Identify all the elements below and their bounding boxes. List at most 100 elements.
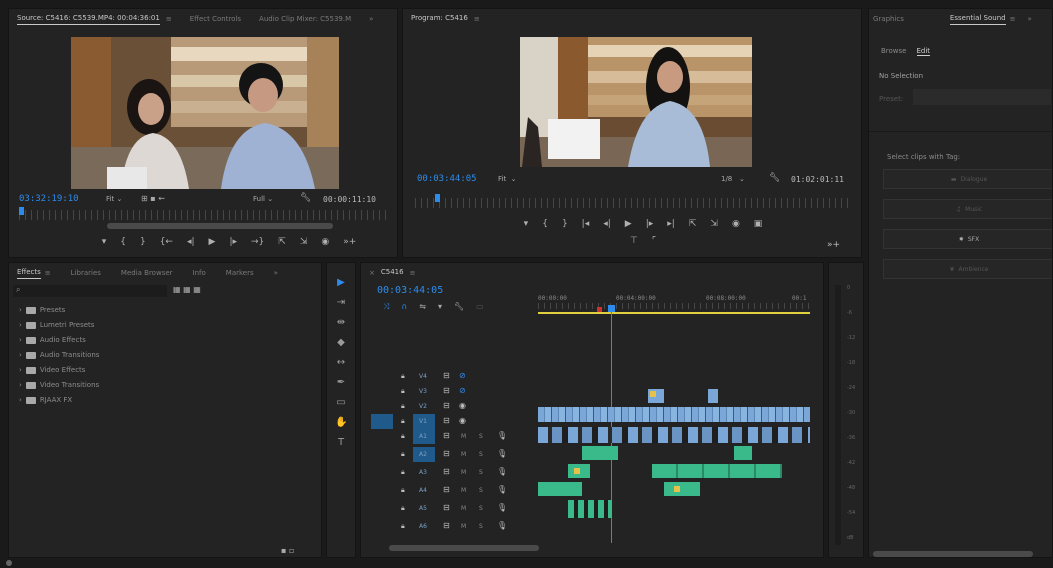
trim-icon[interactable]: ⊤ xyxy=(630,236,638,246)
a4-clip[interactable] xyxy=(538,482,582,496)
marker-clip[interactable] xyxy=(650,391,656,397)
eye-icon[interactable]: ◉ xyxy=(459,401,466,410)
tab-essential-graphics[interactable]: Graphics xyxy=(873,15,904,23)
comparison-view-icon[interactable]: ▣ xyxy=(754,219,763,229)
mute-icon[interactable]: M xyxy=(461,451,466,458)
sync-lock-icon[interactable]: ⊟ xyxy=(443,416,450,425)
mute-icon[interactable]: M xyxy=(461,469,466,476)
work-area-bar[interactable] xyxy=(538,312,810,314)
sync-lock-icon[interactable]: ⊟ xyxy=(443,485,450,494)
video-track-header[interactable]: 🔒︎ V1 ⊟ ◉ xyxy=(361,414,527,429)
program-export-frame-icon[interactable]: ◉ xyxy=(732,219,740,229)
ambience-button[interactable]: ❦ Ambience xyxy=(883,259,1052,279)
audio-track-header[interactable]: 🔒︎ A6 ⊟ M S 🎙︎ xyxy=(361,519,527,534)
timeline-marker[interactable] xyxy=(597,307,602,312)
mute-icon[interactable]: M xyxy=(461,505,466,512)
timeline-playhead-handle[interactable] xyxy=(608,305,615,312)
marker-clip[interactable] xyxy=(574,468,580,474)
hand-tool-icon[interactable]: ✋ xyxy=(335,417,347,429)
audio-track-header[interactable]: 🔒︎ A3 ⊟ M S 🎙︎ xyxy=(361,465,527,480)
program-wrench-icon[interactable]: 🔧︎ xyxy=(769,173,780,183)
tab-media-browser[interactable]: Media Browser xyxy=(121,269,173,277)
extract-icon[interactable]: ⇲ xyxy=(710,219,718,229)
solo-icon[interactable]: S xyxy=(479,505,483,512)
source-timecode[interactable]: 03:32:19:10 xyxy=(19,194,79,204)
program-play-icon[interactable]: ▶ xyxy=(625,219,632,229)
track-select-tool-icon[interactable]: ⇥ xyxy=(335,297,347,309)
source-camera-icons[interactable]: ⊞ ▪ ⇜ xyxy=(141,194,165,203)
a1-clip-strip[interactable] xyxy=(538,427,810,443)
a2-clip[interactable] xyxy=(582,446,618,460)
audio-track-header[interactable]: 🔒︎ A2 ⊟ M S 🎙︎ xyxy=(361,447,527,462)
v2-clip[interactable] xyxy=(708,389,718,403)
solo-icon[interactable]: S xyxy=(479,469,483,476)
tab-source[interactable]: Source: C5416: C5539.MP4: 00:04:36:01 xyxy=(17,14,160,25)
program-mark-in-icon[interactable]: { xyxy=(542,219,548,229)
add-button-icon[interactable]: »+ xyxy=(343,237,356,247)
lock-icon[interactable]: 🔒︎ xyxy=(401,387,405,396)
lock-icon[interactable]: 🔒︎ xyxy=(401,417,405,426)
bin-audio-effects[interactable]: › Audio Effects xyxy=(19,333,86,347)
mark-in-icon[interactable]: { xyxy=(120,237,126,247)
tab-program[interactable]: Program: C5416 xyxy=(411,14,468,24)
sync-lock-icon[interactable]: ⊟ xyxy=(443,371,450,380)
solo-icon[interactable]: S xyxy=(479,433,483,440)
program-mark-out-icon[interactable]: } xyxy=(562,219,568,229)
source-zoom-thumb[interactable] xyxy=(107,223,333,229)
rectangle-tool-icon[interactable]: ▭ xyxy=(335,397,347,409)
solo-icon[interactable]: S xyxy=(479,451,483,458)
solo-icon[interactable]: S xyxy=(479,523,483,530)
slip-tool-icon[interactable]: ↔ xyxy=(335,357,347,369)
tab-libraries[interactable]: Libraries xyxy=(71,269,101,277)
preset-dropdown[interactable] xyxy=(913,89,1051,105)
mark-out-icon[interactable]: } xyxy=(140,237,146,247)
source-time-ruler[interactable] xyxy=(19,210,389,220)
program-playhead[interactable] xyxy=(435,194,440,202)
export-frame-icon[interactable]: ◉ xyxy=(321,237,329,247)
pen-tool-icon[interactable]: ✒ xyxy=(335,377,347,389)
microphone-icon[interactable]: 🎙︎ xyxy=(497,503,507,512)
dialogue-button[interactable]: ▬ Dialogue xyxy=(883,169,1052,189)
type-tool-icon[interactable]: T xyxy=(335,437,347,449)
program-timecode[interactable]: 00:03:44:05 xyxy=(417,174,477,184)
program-fit-select[interactable]: Fit ⌄ xyxy=(498,175,517,183)
bin-lumetri-presets[interactable]: › Lumetri Presets xyxy=(19,318,94,332)
bin-presets[interactable]: › Presets xyxy=(19,303,65,317)
a4-clip[interactable] xyxy=(664,482,700,496)
go-to-out-icon[interactable]: →} xyxy=(251,237,264,247)
video-track-header[interactable]: 🔒︎ V3 ⊟ ⊘ xyxy=(361,384,527,399)
solo-icon[interactable]: S xyxy=(479,487,483,494)
tab-essential-sound[interactable]: Essential Sound xyxy=(949,14,1006,25)
subtab-browse[interactable]: Browse xyxy=(881,47,907,56)
sync-lock-icon[interactable]: ⊟ xyxy=(443,503,450,512)
lock-icon[interactable]: 🔒︎ xyxy=(401,432,405,441)
eye-icon[interactable]: ◉ xyxy=(459,416,466,425)
essential-sound-scroll-thumb[interactable] xyxy=(873,551,1033,557)
audio-track-header[interactable]: 🔒︎ A5 ⊟ M S 🎙︎ xyxy=(361,501,527,516)
wrench-icon[interactable]: 🔧︎ xyxy=(300,193,311,203)
a5-clip[interactable] xyxy=(568,500,612,518)
program-step-fwd-icon[interactable]: |▸ xyxy=(646,219,654,229)
play-icon[interactable]: ▶ xyxy=(209,237,216,247)
timeline-h-scrollbar[interactable] xyxy=(389,545,539,551)
video-track-header[interactable]: 🔒︎ V2 ⊟ ◉ xyxy=(361,399,527,414)
program-add-button-icon[interactable]: »+ xyxy=(827,240,840,250)
program-step-back-icon[interactable]: ◂| xyxy=(603,219,611,229)
source-patch-toggle[interactable] xyxy=(371,414,393,429)
marker-clip[interactable] xyxy=(674,486,680,492)
ripple-edit-tool-icon[interactable]: ⇹ xyxy=(335,317,347,329)
bin-rjaax-fx[interactable]: › RJAAX FX xyxy=(19,393,72,407)
lock-icon[interactable]: 🔒︎ xyxy=(401,468,405,477)
essential-sound-menu-icon[interactable]: ≡ xyxy=(1010,15,1016,23)
v1-clip-strip[interactable] xyxy=(538,407,810,422)
track-output-off-icon[interactable]: ⊘ xyxy=(459,371,466,380)
a2-clip[interactable] xyxy=(734,446,752,460)
bin-audio-transitions[interactable]: › Audio Transitions xyxy=(19,348,99,362)
microphone-icon[interactable]: 🎙︎ xyxy=(497,485,507,494)
step-back-icon[interactable]: ◂| xyxy=(187,237,195,247)
audio-track-header[interactable]: 🔒︎ A4 ⊟ M S 🎙︎ xyxy=(361,483,527,498)
razor-tool-icon[interactable]: ◆ xyxy=(335,337,347,349)
sync-lock-icon[interactable]: ⊟ xyxy=(443,401,450,410)
sync-lock-icon[interactable]: ⊟ xyxy=(443,521,450,530)
lift-icon[interactable]: ⇱ xyxy=(689,219,697,229)
